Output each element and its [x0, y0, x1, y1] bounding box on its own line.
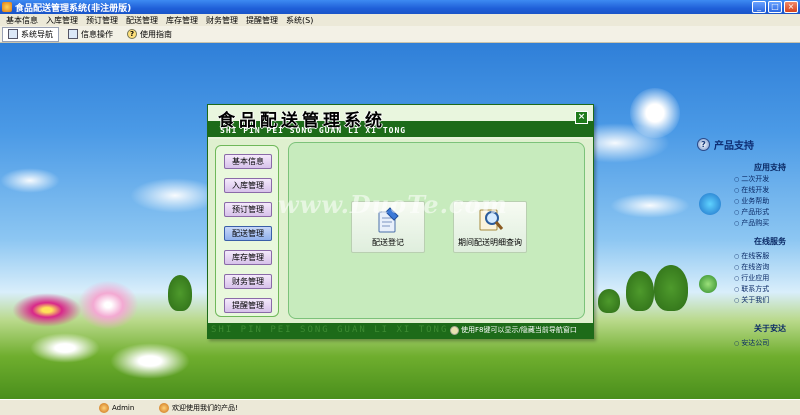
cloud-decoration — [0, 168, 60, 193]
support-section-heading: 在线服务 — [754, 237, 786, 246]
tree-decoration — [626, 271, 654, 311]
toolbar-label: 系统导航 — [21, 29, 53, 39]
monitor-icon — [8, 29, 18, 39]
dialog-title-pinyin: SHI PIN PEI SONG GUAN LI XI TONG — [220, 126, 407, 135]
function-label: 期间配送明细查询 — [458, 238, 522, 247]
menu-delivery[interactable]: 配送管理 — [122, 15, 162, 26]
help-icon: ? — [127, 29, 137, 39]
status-user: Admin — [95, 401, 134, 415]
nav-finance-button[interactable]: 财务管理 — [224, 274, 272, 289]
menu-finance[interactable]: 财务管理 — [202, 15, 242, 26]
nav-basic-info-button[interactable]: 基本信息 — [224, 154, 272, 169]
support-link[interactable]: 联系方式 — [734, 284, 769, 295]
daisy-decoration — [30, 333, 100, 363]
people-icon — [159, 403, 169, 413]
navigation-dialog: 食品配送管理系统 SHI PIN PEI SONG GUAN LI XI TON… — [207, 104, 594, 339]
cloud-decoration — [610, 193, 690, 218]
support-link[interactable]: 在线开发 — [734, 185, 769, 196]
support-link[interactable]: 业务帮助 — [734, 196, 769, 207]
window-controls: _ □ × — [752, 1, 798, 13]
menu-basic-info[interactable]: 基本信息 — [2, 15, 42, 26]
dialog-footer: SHI PIN PEI SONG GUAN LI XI TONG 使用F8键可以… — [208, 323, 593, 338]
menu-inventory[interactable]: 库存管理 — [162, 15, 202, 26]
maximize-button[interactable]: □ — [768, 1, 782, 13]
statusbar: Admin 欢迎使用我们的产品! — [0, 399, 800, 415]
footer-marquee: SHI PIN PEI SONG GUAN LI XI TONG — [211, 325, 449, 335]
tree-decoration — [654, 265, 688, 311]
menubar: 基本信息 入库管理 预订管理 配送管理 库存管理 财务管理 提醒管理 系统(S) — [0, 14, 800, 26]
question-icon: ? — [697, 138, 710, 151]
toolbar-label: 信息操作 — [81, 29, 113, 39]
support-section-list: 二次开发 在线开发 业务帮助 产品形式 产品购买 — [734, 174, 769, 229]
support-link[interactable]: 产品购买 — [734, 218, 769, 229]
window-titlebar[interactable]: 食品配送管理系统(非注册版) _ □ × — [0, 0, 800, 14]
product-support-panel: ? 产品支持 应用支持 二次开发 在线开发 业务帮助 产品形式 产品购买 在线服… — [697, 137, 800, 399]
menu-booking[interactable]: 预订管理 — [82, 15, 122, 26]
support-title: ? 产品支持 — [697, 137, 754, 152]
dialog-header: 食品配送管理系统 SHI PIN PEI SONG GUAN LI XI TON… — [208, 105, 593, 137]
dialog-body: 基本信息 入库管理 预订管理 配送管理 库存管理 财务管理 提醒管理 配送登记 — [208, 139, 593, 323]
nav-inbound-button[interactable]: 入库管理 — [224, 178, 272, 193]
status-message: 欢迎使用我们的产品! — [155, 401, 238, 415]
toolbar-label: 使用指南 — [140, 29, 172, 39]
menu-system[interactable]: 系统(S) — [282, 15, 317, 26]
toolbar-info-ops-button[interactable]: 信息操作 — [63, 27, 118, 42]
function-panel: 配送登记 期间配送明细查询 — [288, 142, 585, 319]
menu-reminder[interactable]: 提醒管理 — [242, 15, 282, 26]
module-nav: 基本信息 入库管理 预订管理 配送管理 库存管理 财务管理 提醒管理 — [215, 145, 279, 317]
toolbar-guide-button[interactable]: ? 使用指南 — [122, 27, 177, 42]
daisy-decoration — [110, 343, 190, 379]
close-button[interactable]: × — [784, 1, 798, 13]
support-link[interactable]: 安达公司 — [734, 338, 769, 349]
nav-reminder-button[interactable]: 提醒管理 — [224, 298, 272, 313]
function-label: 配送登记 — [372, 238, 404, 247]
support-link[interactable]: 在线咨询 — [734, 262, 769, 273]
info-icon — [450, 325, 459, 335]
minimize-button[interactable]: _ — [752, 1, 766, 13]
tree-decoration — [168, 275, 192, 311]
nav-inventory-button[interactable]: 库存管理 — [224, 250, 272, 265]
bird-logo-icon — [699, 193, 721, 215]
flower-decoration — [78, 281, 138, 329]
flower-decoration — [12, 293, 82, 327]
tree-decoration — [598, 289, 620, 313]
support-link[interactable]: 在线客服 — [734, 251, 769, 262]
support-section-list: 在线客服 在线咨询 行业应用 联系方式 关于我们 — [734, 251, 769, 306]
support-link[interactable]: 关于我们 — [734, 295, 769, 306]
support-section-list: 安达公司 — [734, 338, 769, 349]
support-link[interactable]: 行业应用 — [734, 273, 769, 284]
nav-booking-button[interactable]: 预订管理 — [224, 202, 272, 217]
app-icon — [2, 2, 12, 12]
dialog-close-button[interactable]: × — [575, 111, 588, 124]
nav-delivery-button[interactable]: 配送管理 — [224, 226, 272, 241]
toolbar: 系统导航 信息操作 ? 使用指南 — [0, 26, 800, 43]
toolbar-system-nav-button[interactable]: 系统导航 — [2, 26, 59, 42]
globe-icon — [699, 275, 717, 293]
menu-inbound[interactable]: 入库管理 — [42, 15, 82, 26]
support-section-heading: 应用支持 — [754, 163, 786, 172]
support-section-heading: 关于安达 — [754, 324, 786, 333]
support-link[interactable]: 二次开发 — [734, 174, 769, 185]
watermark: www.DuoTe.com — [278, 190, 508, 219]
document-icon — [68, 29, 78, 39]
support-link[interactable]: 产品形式 — [734, 207, 769, 218]
footer-hint: 使用F8键可以显示/隐藏当前导航窗口 — [450, 325, 577, 335]
window-title: 食品配送管理系统(非注册版) — [15, 3, 132, 14]
user-icon — [99, 403, 109, 413]
